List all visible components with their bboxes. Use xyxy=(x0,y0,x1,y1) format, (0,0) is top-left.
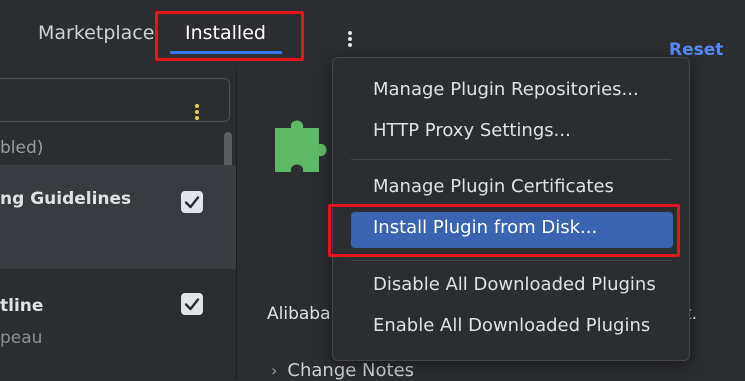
more-options-icon[interactable] xyxy=(340,28,360,50)
menu-item-label: Manage Plugin Repositories... xyxy=(373,79,639,100)
highlight-box-install-from-disk xyxy=(328,204,680,257)
search-input[interactable] xyxy=(0,78,230,122)
change-notes-toggle[interactable]: › Change Notes xyxy=(271,360,414,381)
plugin-list-panel: bled) ng Guidelines tline peau xyxy=(0,70,237,379)
chevron-right-icon: › xyxy=(271,361,278,380)
menu-item-label: HTTP Proxy Settings... xyxy=(373,120,571,141)
checkmark-icon xyxy=(184,298,200,311)
menu-item-label: Disable All Downloaded Plugins xyxy=(373,274,656,295)
enable-checkbox[interactable] xyxy=(181,293,203,315)
menu-item-label: Enable All Downloaded Plugins xyxy=(373,315,651,336)
list-item[interactable]: ng Guidelines xyxy=(0,165,236,269)
list-item[interactable]: tline peau xyxy=(0,270,236,379)
menu-item-enable-downloaded[interactable]: Enable All Downloaded Plugins xyxy=(351,310,673,346)
highlight-box-installed-tab xyxy=(155,11,304,61)
change-notes-label: Change Notes xyxy=(287,360,415,381)
plugin-description: Alibaba xyxy=(267,304,331,324)
menu-item-manage-certificates[interactable]: Manage Plugin Certificates xyxy=(351,171,673,207)
plugin-vendor: peau xyxy=(0,328,43,348)
section-label: bled) xyxy=(0,138,44,158)
plugin-name: ng Guidelines xyxy=(0,189,132,209)
plugin-puzzle-icon xyxy=(275,120,327,172)
enable-checkbox[interactable] xyxy=(181,191,203,213)
menu-item-manage-repositories[interactable]: Manage Plugin Repositories... xyxy=(351,74,673,110)
menu-item-http-proxy[interactable]: HTTP Proxy Settings... xyxy=(351,115,673,151)
menu-separator xyxy=(351,260,671,261)
menu-separator xyxy=(351,159,671,160)
menu-item-disable-downloaded[interactable]: Disable All Downloaded Plugins xyxy=(351,269,673,305)
tab-marketplace[interactable]: Marketplace xyxy=(38,22,154,44)
search-options-icon[interactable] xyxy=(194,102,200,122)
checkmark-icon xyxy=(184,196,200,209)
menu-item-label: Manage Plugin Certificates xyxy=(373,176,614,197)
plugin-name: tline xyxy=(0,296,44,316)
